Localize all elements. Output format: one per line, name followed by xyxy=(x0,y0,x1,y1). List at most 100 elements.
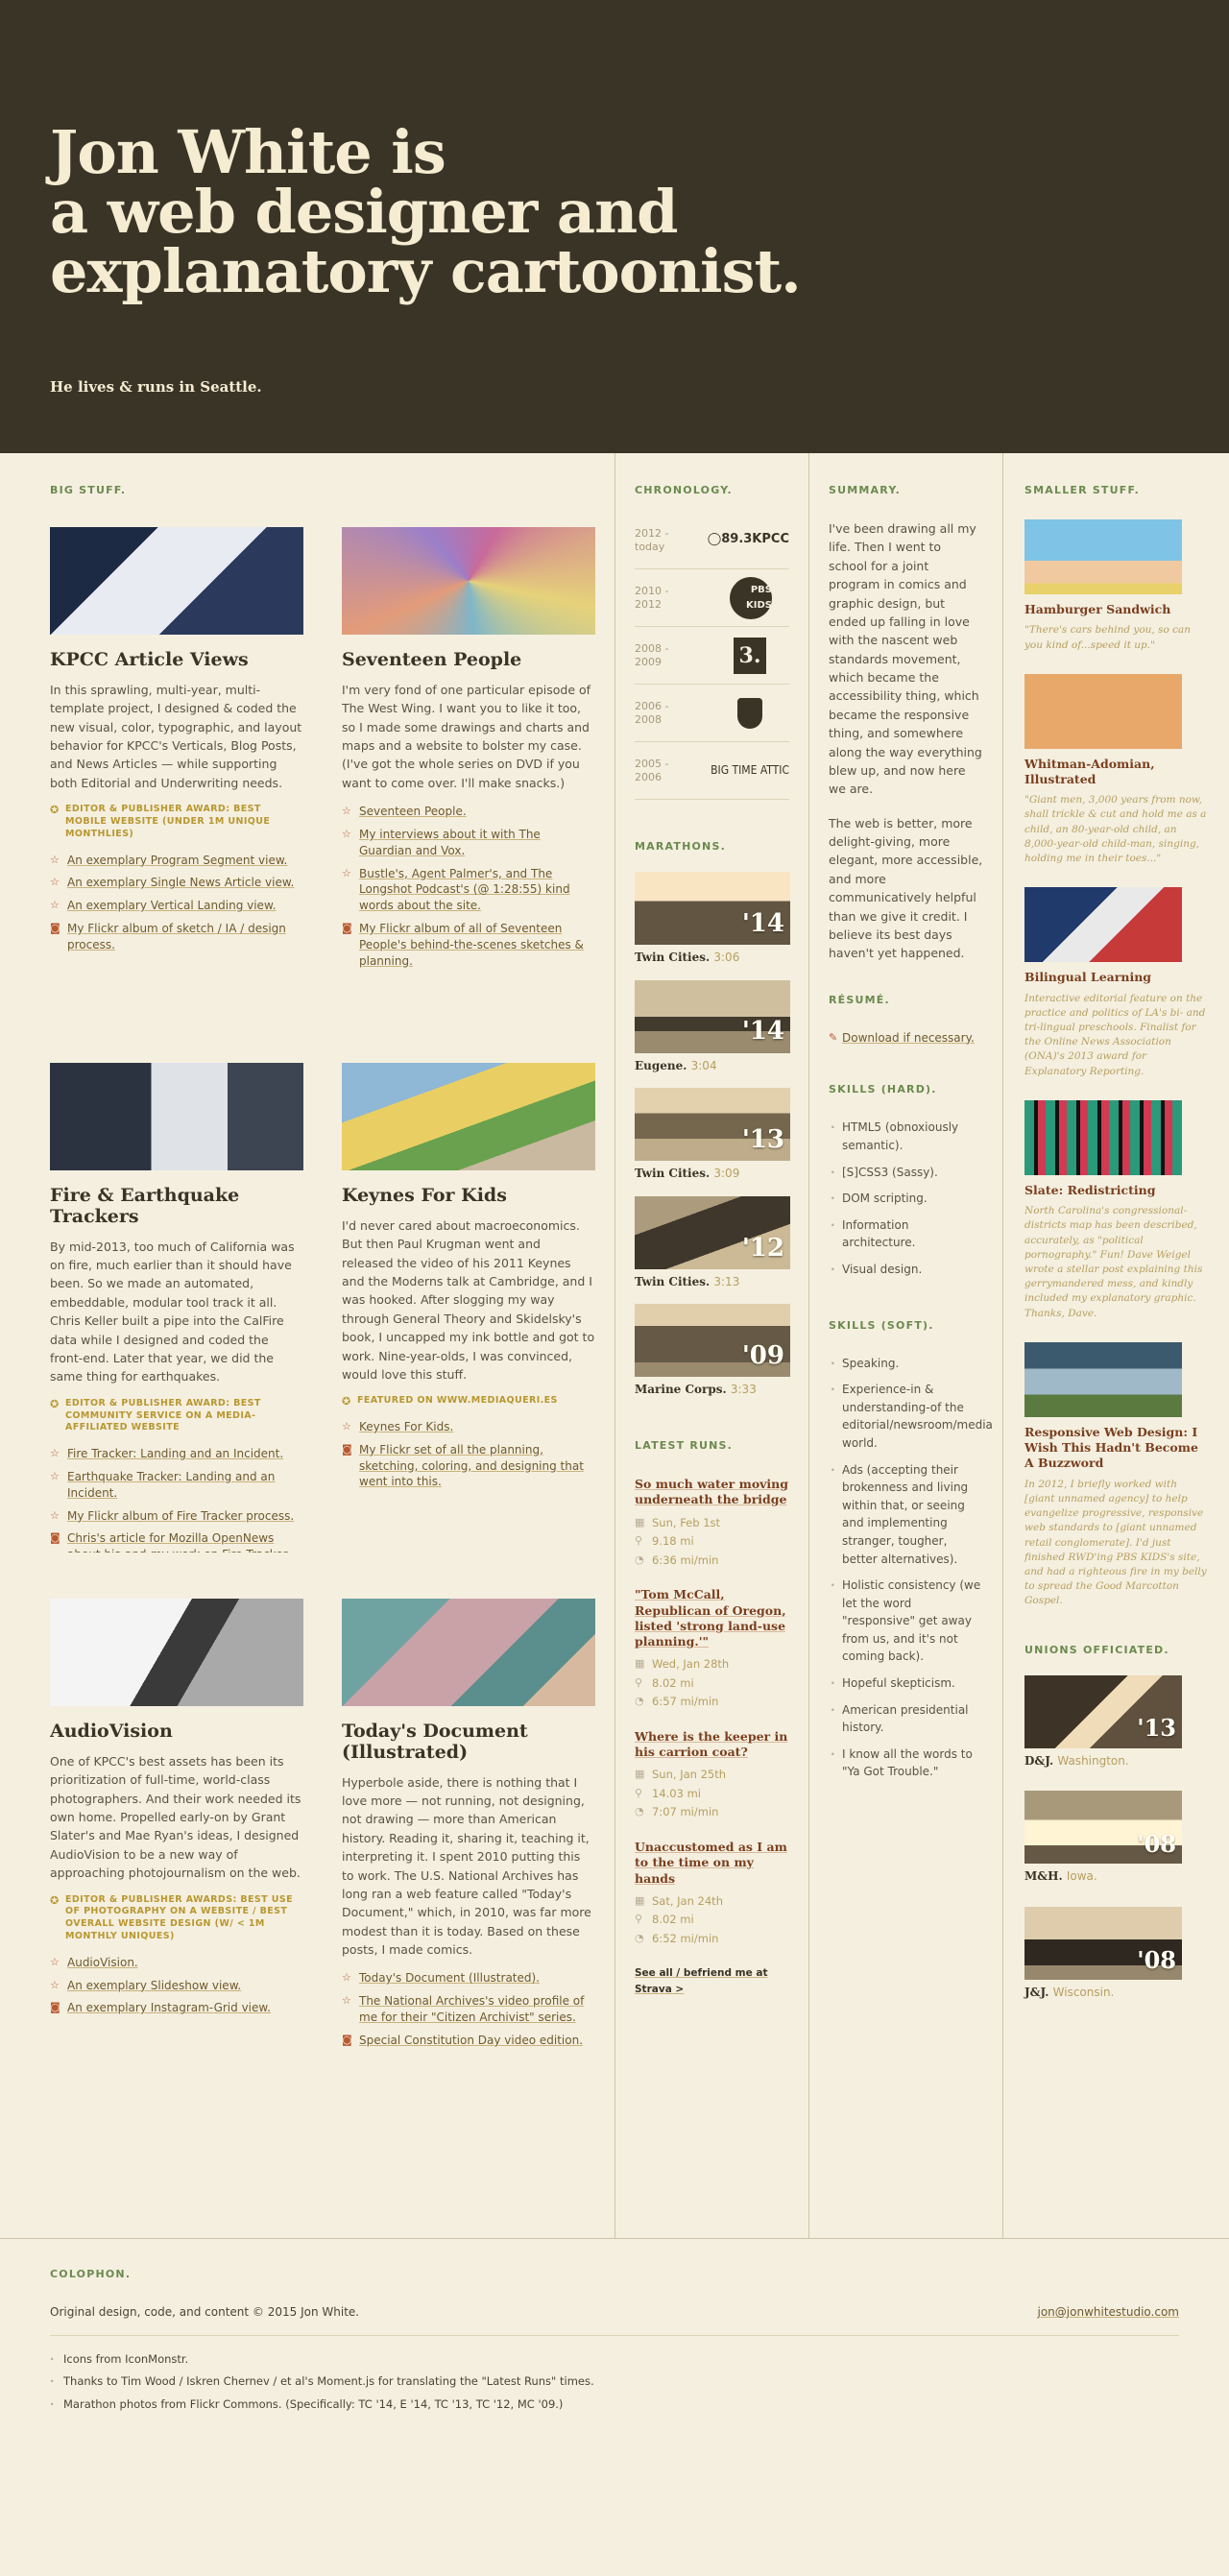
project-thumbnail[interactable] xyxy=(342,527,595,636)
project-link-text[interactable]: The National Archives's video profile of… xyxy=(359,1994,584,2024)
marathon-time: 3:09 xyxy=(713,1167,740,1181)
run-title[interactable]: "Tom McCall, Republican of Oregon, liste… xyxy=(635,1587,789,1649)
star-icon: ☆ xyxy=(50,1955,60,1968)
marathon-photo[interactable]: '12 xyxy=(635,1195,790,1269)
smaller-thumbnail[interactable] xyxy=(1024,1099,1182,1175)
project-card: Today's Document (Illustrated) Hyperbole … xyxy=(342,1599,595,2088)
smaller-thumbnail[interactable] xyxy=(1024,887,1182,963)
project-link-text[interactable]: My Flickr album of all of Seventeen Peop… xyxy=(359,922,584,968)
project-link-text[interactable]: My Flickr album of sketch / IA / design … xyxy=(67,922,286,951)
project-link-item[interactable]: ◙ Special Constitution Day video edition. xyxy=(342,2033,595,2049)
project-link-item[interactable]: ◙ An exemplary Instagram-Grid view. xyxy=(50,2000,303,2016)
project-link-text[interactable]: Special Constitution Day video edition. xyxy=(359,2034,583,2047)
marathon-year: '14 xyxy=(741,908,784,938)
project-link-text[interactable]: My Flickr set of all the planning, sketc… xyxy=(359,1443,584,1489)
project-link-text[interactable]: Today's Document (Illustrated). xyxy=(359,1971,540,1985)
smaller-thumbnail[interactable] xyxy=(1024,519,1182,595)
big-time-attic-logo: BIG TIME ATTIC xyxy=(711,763,789,778)
smaller-title[interactable]: Slate: Redistricting xyxy=(1024,1183,1210,1198)
project-link-item[interactable]: ☆ Seventeen People. xyxy=(342,804,595,820)
project-thumbnail[interactable] xyxy=(50,1599,303,1707)
project-link-text[interactable]: An exemplary Slideshow view. xyxy=(67,1979,241,1992)
hero-subtitle: He lives & runs in Seattle. xyxy=(50,378,262,396)
project-thumbnail[interactable] xyxy=(342,1599,595,1707)
project-link-item[interactable]: ☆ Keynes For Kids. xyxy=(342,1419,595,1435)
smaller-title[interactable]: Responsive Web Design: I Wish This Hadn'… xyxy=(1024,1425,1210,1472)
star-icon: ☆ xyxy=(342,1420,351,1433)
smaller-title[interactable]: Bilingual Learning xyxy=(1024,970,1210,985)
project-link-text[interactable]: Earthquake Tracker: Landing and an Incid… xyxy=(67,1470,275,1500)
project-link-item[interactable]: ☆ An exemplary Slideshow view. xyxy=(50,1978,303,1994)
project-link-item[interactable]: ☆ An exemplary Program Segment view. xyxy=(50,853,303,869)
run-title[interactable]: Unaccustomed as I am to the time on my h… xyxy=(635,1840,789,1887)
project-description: By mid-2013, too much of California was … xyxy=(50,1239,295,1384)
project-link-item[interactable]: ☆ The National Archives's video profile o… xyxy=(342,1993,595,2026)
project-link-item[interactable]: ☆ My interviews about it with The Guardia… xyxy=(342,827,595,859)
project-link-text[interactable]: Bustle's, Agent Palmer's, and The Longsh… xyxy=(359,867,570,913)
project-link-text[interactable]: My interviews about it with The Guardian… xyxy=(359,828,541,857)
project-link-text[interactable]: Seventeen People. xyxy=(359,805,467,818)
project-thumbnail[interactable] xyxy=(50,1063,303,1171)
project-thumbnail[interactable] xyxy=(50,527,303,636)
project-link-text[interactable]: An exemplary Single News Article view. xyxy=(67,876,294,889)
skill-soft-item: Experience-in & understanding-of the edi… xyxy=(829,1381,993,1452)
strava-link[interactable]: See all / befriend me at Strava > xyxy=(635,1965,789,1997)
project-link-text[interactable]: An exemplary Vertical Landing view. xyxy=(67,899,276,912)
hero-title: Jon White is a web designer and explanat… xyxy=(50,123,1179,301)
main-content: Big stuff. KPCC Article Views In this spr… xyxy=(0,453,1229,2239)
project-title[interactable]: Fire & Earthquake Trackers xyxy=(50,1185,303,1228)
union-photo[interactable]: '13 xyxy=(1024,1674,1182,1748)
project-link-text[interactable]: An exemplary Program Segment view. xyxy=(67,854,287,867)
project-link-item[interactable]: ◙ My Flickr set of all the planning, sket… xyxy=(342,1442,595,1490)
project-title[interactable]: AudioVision xyxy=(50,1721,303,1743)
marathon-photo[interactable]: '14 xyxy=(635,979,790,1053)
project-link-item[interactable]: ☆ My Flickr album of Fire Tracker process… xyxy=(50,1508,303,1525)
project-link-item[interactable]: ◙ My Flickr album of sketch / IA / design… xyxy=(50,921,303,953)
project-description: In this sprawling, multi-year, multi-tem… xyxy=(50,682,302,790)
smaller-title[interactable]: Hamburger Sandwich xyxy=(1024,602,1210,617)
email-link[interactable]: jon@jonwhitestudio.com xyxy=(1038,2303,1180,2322)
resume-download-link[interactable]: ✎ Download if necessary. xyxy=(829,1029,983,1047)
award-ribbon-icon: ✪ xyxy=(50,1397,60,1410)
project-link-item[interactable]: ☆ Fire Tracker: Landing and an Incident. xyxy=(50,1446,303,1462)
project-link-item[interactable]: ☆ An exemplary Single News Article view. xyxy=(50,875,303,891)
calendar-icon: ▦ xyxy=(635,1657,645,1671)
project-card: Fire & Earthquake Trackers By mid-2013, t… xyxy=(50,1063,303,1553)
project-title[interactable]: Today's Document (Illustrated) xyxy=(342,1721,595,1764)
marathon-place: Twin Cities. xyxy=(635,1274,711,1288)
marathon-year: '12 xyxy=(741,1233,784,1263)
run-title[interactable]: So much water moving underneath the brid… xyxy=(635,1477,789,1508)
union-item: '08 J&J. Wisconsin. xyxy=(1024,1906,1210,2002)
marathon-photo[interactable]: '14 xyxy=(635,872,790,946)
smaller-thumbnail[interactable] xyxy=(1024,1341,1182,1417)
union-photo[interactable]: '08 xyxy=(1024,1791,1182,1865)
skill-soft-item: American presidential history. xyxy=(829,1701,983,1737)
project-link-text[interactable]: Fire Tracker: Landing and an Incident. xyxy=(67,1447,283,1460)
run-title[interactable]: Where is the keeper in his carrion coat? xyxy=(635,1729,789,1761)
project-link-item[interactable]: ☆ Bustle's, Agent Palmer's, and The Longs… xyxy=(342,866,595,914)
project-title[interactable]: Keynes For Kids xyxy=(342,1185,595,1207)
camera-icon: ◙ xyxy=(342,2033,352,2046)
project-link-text[interactable]: My Flickr album of Fire Tracker process. xyxy=(67,1509,294,1523)
union-photo[interactable]: '08 xyxy=(1024,1906,1182,1980)
project-title[interactable]: Seventeen People xyxy=(342,649,595,671)
resume-link-text[interactable]: Download if necessary. xyxy=(842,1031,975,1045)
project-link-text[interactable]: AudioVision. xyxy=(67,1956,138,1969)
project-thumbnail[interactable] xyxy=(342,1063,595,1171)
marathon-photo[interactable]: '13 xyxy=(635,1088,790,1162)
project-link-item[interactable]: ☆ Today's Document (Illustrated). xyxy=(342,1970,595,1986)
project-link-item[interactable]: ☆ Earthquake Tracker: Landing and an Inci… xyxy=(50,1469,303,1502)
project-link-text[interactable]: An exemplary Instagram-Grid view. xyxy=(67,2001,271,2014)
chronology-item: 2010 - 2012 PBS KIDS xyxy=(635,569,789,628)
project-title[interactable]: KPCC Article Views xyxy=(50,649,303,671)
smaller-thumbnail[interactable] xyxy=(1024,673,1182,749)
project-link-item[interactable]: ◙ My Flickr album of all of Seventeen Peo… xyxy=(342,921,595,969)
project-link-text[interactable]: Keynes For Kids. xyxy=(359,1420,453,1433)
marathon-photo[interactable]: '09 xyxy=(635,1304,790,1378)
project-link-item[interactable]: ☆ An exemplary Vertical Landing view. xyxy=(50,898,303,914)
project-link-item[interactable]: ◙ Chris's article for Mozilla OpenNews ab… xyxy=(50,1530,303,1553)
project-link-text[interactable]: Chris's article for Mozilla OpenNews abo… xyxy=(67,1531,290,1553)
union-names: M&H. xyxy=(1024,1869,1063,1884)
project-link-item[interactable]: ☆ AudioVision. xyxy=(50,1955,303,1971)
smaller-title[interactable]: Whitman-Adomian, Illustrated xyxy=(1024,757,1210,788)
